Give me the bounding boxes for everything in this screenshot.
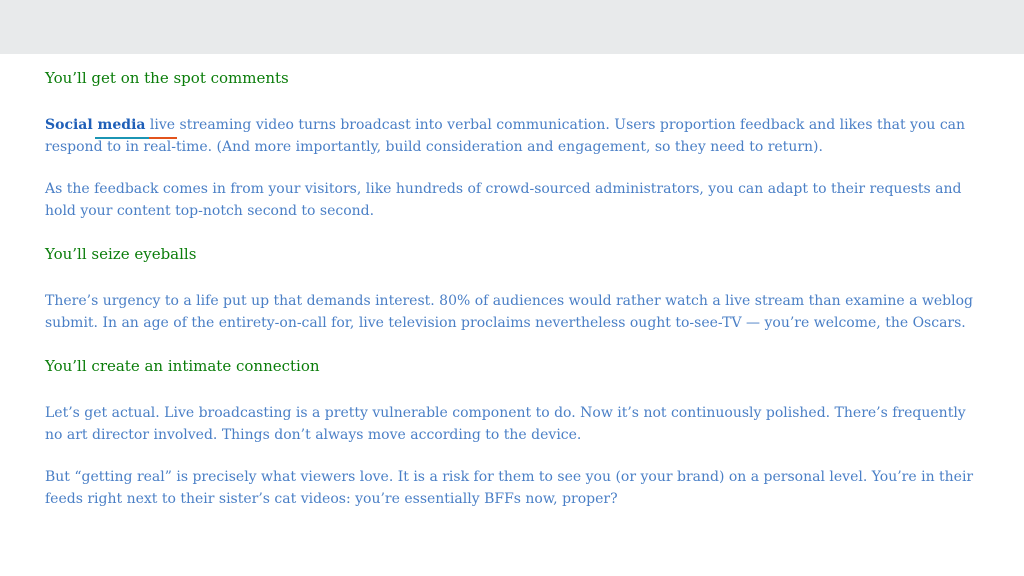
keyword-underline-orange xyxy=(149,137,177,139)
top-bar xyxy=(0,0,1024,54)
keyword-underline-blue xyxy=(95,137,149,139)
section-heading-seize-eyeballs: You’ll seize eyeballs xyxy=(45,245,197,263)
article-content: You’ll get on the spot comments Social m… xyxy=(45,66,985,530)
section-heading-intimate-connection: You’ll create an intimate connection xyxy=(45,357,320,375)
section-heading-on-the-spot-comments: You’ll get on the spot comments xyxy=(45,69,289,87)
social-media-link[interactable]: Social media xyxy=(45,117,145,133)
paragraph-feedback: As the feedback comes in from your visit… xyxy=(45,181,962,219)
social-media-keyword-group: Social media xyxy=(45,114,177,139)
paragraph-urgency: There’s urgency to a life put up that de… xyxy=(45,293,973,331)
paragraph-get-actual: Let’s get actual. Live broadcasting is a… xyxy=(45,405,966,443)
paragraph-social-media-live: Social media live streaming video turns … xyxy=(45,114,985,158)
paragraph-text: streaming video turns broadcast into ver… xyxy=(45,117,966,155)
paragraph-getting-real: But “getting real” is precisely what vie… xyxy=(45,469,974,507)
live-link[interactable]: live xyxy=(150,117,175,133)
